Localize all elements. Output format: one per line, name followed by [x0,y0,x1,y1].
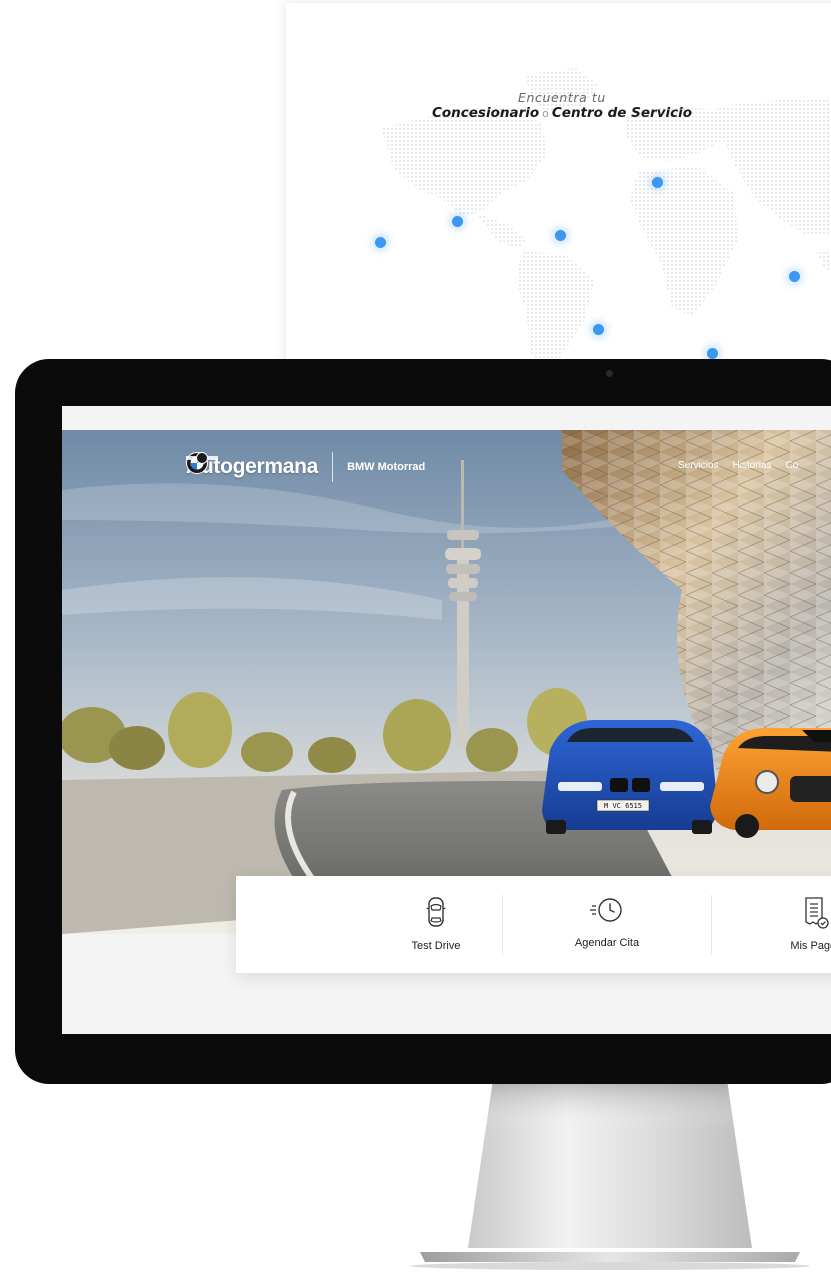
test-drive-label: Test Drive [411,940,461,952]
site-header: Autogermana BMW Motorrad [186,452,425,482]
payments-label: Mis Pagos [790,940,831,952]
my-payments-button[interactable]: Mis Pagos [751,876,831,973]
nav-contacto[interactable]: Co [785,460,798,471]
test-drive-button[interactable]: Test Drive [371,876,501,973]
monitor-screen: M VC 6515 Autogermana BMW Motorrad Servi… [62,406,831,1034]
divider [502,895,503,955]
nav-historias[interactable]: Historias [733,460,772,471]
clock-icon [590,898,622,922]
schedule-label: Agendar Cita [574,937,640,949]
hero-banner: M VC 6515 Autogermana BMW Motorrad Servi… [62,430,831,934]
bmw-car: M VC 6515 [542,720,718,834]
brand-divider [332,452,334,482]
main-nav: Servicios Historias Co [678,460,798,471]
divider [711,895,712,955]
webcam [606,370,613,377]
receipt-icon [805,897,829,929]
license-plate: M VC 6515 [604,802,642,810]
mini-logo-icon[interactable] [186,452,218,464]
partner-brand[interactable]: BMW Motorrad [347,461,425,473]
schedule-appointment-button[interactable]: Agendar Cita [542,876,672,973]
car-top-icon [426,897,446,927]
nav-servicios[interactable]: Servicios [678,460,719,471]
hero-image: M VC 6515 [62,430,831,934]
quick-actions-bar: Test Drive Agendar Cita Mis Pag [236,876,831,973]
